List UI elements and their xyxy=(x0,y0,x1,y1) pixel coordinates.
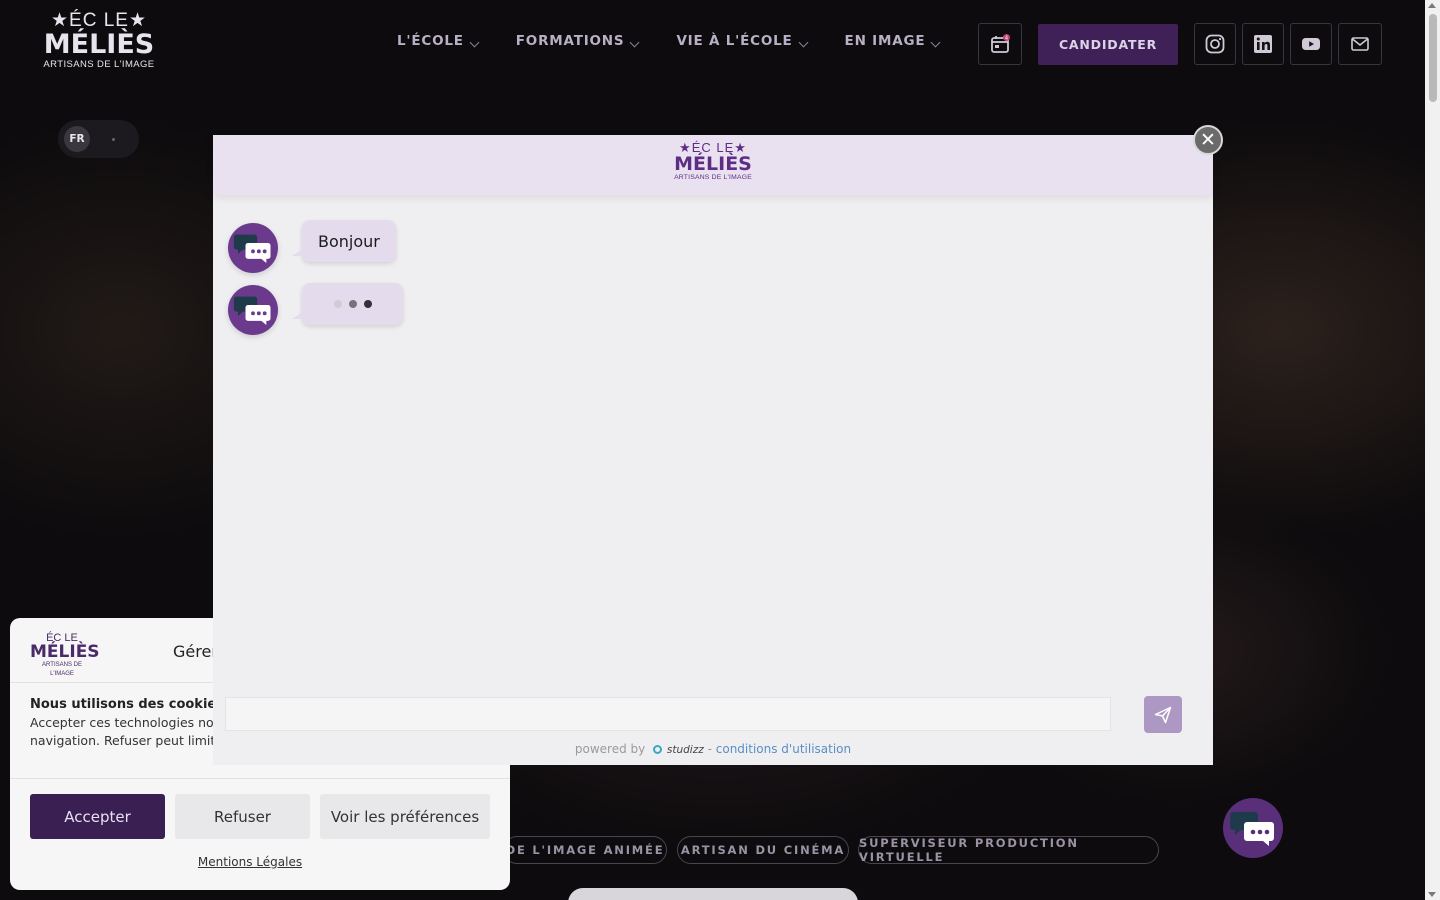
chevron-down-icon xyxy=(930,37,941,48)
cookie-title: Gérer xyxy=(173,642,218,661)
chat-bubbles-icon xyxy=(1230,812,1274,846)
refuse-cookies-button[interactable]: Refuser xyxy=(175,794,310,839)
logo-sub-text: ARTISANS DE L'IMAGE xyxy=(42,662,82,677)
accept-cookies-button[interactable]: Accepter xyxy=(30,794,165,839)
nav-item-formations[interactable]: FORMATIONS xyxy=(515,33,640,49)
studizz-logo-icon xyxy=(653,745,663,754)
typing-dot xyxy=(333,300,342,308)
chat-logo: ★ÉC LE★ MÉLIÈS ARTISANS DE L'IMAGE xyxy=(673,140,753,190)
formation-tag[interactable]: ARTISAN DU CINÉMA xyxy=(677,836,849,864)
calendar-badge: 4 xyxy=(1005,35,1008,41)
chat-modal: ★ÉC LE★ MÉLIÈS ARTISANS DE L'IMAGE Bonjo… xyxy=(213,135,1213,765)
main-nav: L'ÉCOLE FORMATIONS VIE À L'ÉCOLE EN IMAG… xyxy=(397,33,977,49)
typing-indicator xyxy=(292,283,403,325)
formation-tag[interactable]: DE L'IMAGE ANIMÉE xyxy=(503,836,667,864)
calendar-icon: 4 xyxy=(991,34,1010,53)
bot-message: Bonjour xyxy=(292,220,396,262)
chat-bubbles-icon xyxy=(233,234,271,263)
bot-avatar xyxy=(228,223,278,273)
page-scrollbar[interactable] xyxy=(1425,0,1440,900)
cookie-logo: ÉC LE MÉLIÈS ARTISANS DE L'IMAGE xyxy=(30,632,100,677)
scroll-up-arrow[interactable] xyxy=(1428,3,1436,8)
powered-by-footer: powered by studizz - conditions d'utilis… xyxy=(213,742,1213,756)
linkedin-icon xyxy=(1254,35,1272,53)
chevron-down-icon xyxy=(629,37,640,48)
logo-sub-text: ARTISANS DE L'IMAGE xyxy=(43,59,155,70)
language-current[interactable]: FR xyxy=(64,126,90,152)
youtube-button[interactable] xyxy=(1290,23,1332,65)
logo-main-text: MÉLIÈS xyxy=(30,642,100,662)
language-toggle-dot xyxy=(112,137,115,141)
linkedin-button[interactable] xyxy=(1242,23,1284,65)
mail-button[interactable] xyxy=(1338,23,1382,65)
nav-label: L'ÉCOLE xyxy=(397,33,464,49)
nav-label: VIE À L'ÉCOLE xyxy=(676,33,793,49)
chat-launcher-button[interactable] xyxy=(1223,798,1283,858)
cookie-preferences-button[interactable]: Voir les préférences xyxy=(320,794,490,839)
send-button[interactable] xyxy=(1144,696,1182,733)
chat-message-input[interactable] xyxy=(225,697,1111,731)
chevron-down-icon xyxy=(469,37,480,48)
nav-item-vie-ecole[interactable]: VIE À L'ÉCOLE xyxy=(676,33,808,49)
legal-notice-link[interactable]: Mentions Légales xyxy=(10,855,490,869)
chat-bubbles-icon xyxy=(233,296,271,325)
close-icon: ✕ xyxy=(1200,128,1216,151)
calendar-button[interactable]: 4 xyxy=(978,23,1022,65)
typing-dot xyxy=(348,300,357,308)
site-logo[interactable]: ★ÉC LE★ MÉLIÈS ARTISANS DE L'IMAGE xyxy=(42,10,156,82)
logo-main-text: MÉLIÈS xyxy=(674,153,752,175)
scroll-down-arrow[interactable] xyxy=(1428,892,1436,897)
chat-header: ★ÉC LE★ MÉLIÈS ARTISANS DE L'IMAGE xyxy=(213,135,1213,195)
logo-sub-text: ARTISANS DE L'IMAGE xyxy=(674,174,752,181)
nav-item-ecole[interactable]: L'ÉCOLE xyxy=(397,33,480,49)
powered-by-text: powered by xyxy=(574,742,646,756)
instagram-icon xyxy=(1205,34,1225,54)
formation-tag[interactable]: SUPERVISEUR PRODUCTION VIRTUELLE xyxy=(858,836,1159,864)
apply-button[interactable]: CANDIDATER xyxy=(1038,24,1178,65)
nav-label: EN IMAGE xyxy=(844,33,926,49)
separator: - xyxy=(707,742,712,756)
instagram-button[interactable] xyxy=(1194,23,1236,65)
studizz-brand[interactable]: studizz xyxy=(667,744,704,756)
bot-avatar xyxy=(228,285,278,335)
divider xyxy=(10,778,510,779)
nav-item-en-image[interactable]: EN IMAGE xyxy=(844,33,941,49)
terms-link[interactable]: conditions d'utilisation xyxy=(716,742,851,756)
cookie-heading: Nous utilisons des cookies xyxy=(30,697,224,712)
logo-main-text: MÉLIÈS xyxy=(43,29,155,60)
youtube-icon xyxy=(1302,38,1320,50)
bottom-button[interactable] xyxy=(568,888,858,900)
chevron-down-icon xyxy=(798,37,808,48)
scroll-thumb[interactable] xyxy=(1429,14,1437,102)
close-chat-button[interactable]: ✕ xyxy=(1193,125,1223,155)
mail-icon xyxy=(1351,37,1369,51)
send-icon xyxy=(1154,706,1172,723)
nav-label: FORMATIONS xyxy=(515,33,625,49)
language-switcher[interactable]: FR xyxy=(58,120,139,158)
typing-dot xyxy=(363,300,372,308)
